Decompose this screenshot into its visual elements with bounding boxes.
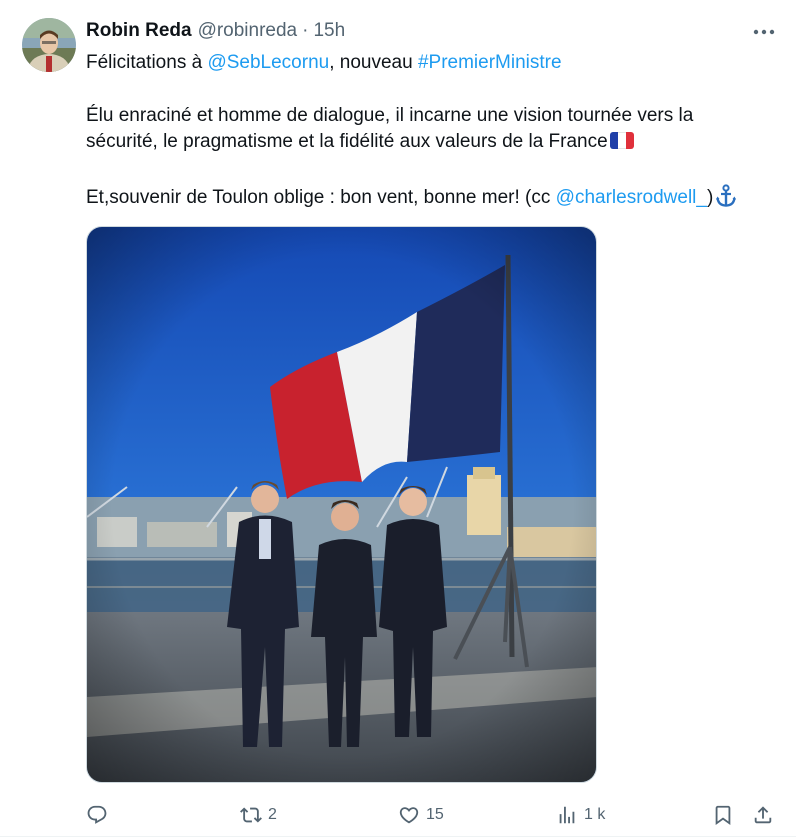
heart-icon xyxy=(399,807,419,824)
views-button[interactable]: 1 k xyxy=(556,800,605,830)
views-icon xyxy=(559,806,575,824)
retweet-button[interactable]: 2 xyxy=(240,800,277,830)
avatar[interactable] xyxy=(22,18,76,72)
user-handle[interactable]: @robinreda xyxy=(198,20,298,42)
tweet-actions-bar: 2 15 1 k xyxy=(0,800,796,830)
text-segment: , nouveau xyxy=(329,52,418,73)
text-segment: sécurité, le pragmatisme et la fidélité … xyxy=(86,131,608,152)
text-segment: Félicitations à xyxy=(86,52,208,73)
mention-link[interactable]: @charlesrodwell_ xyxy=(556,187,707,208)
share-button[interactable] xyxy=(752,800,774,830)
more-dots-icon xyxy=(753,29,775,35)
like-count: 15 xyxy=(426,806,444,823)
flag-france-emoji xyxy=(609,132,634,149)
views-count: 1 k xyxy=(584,806,606,823)
more-options-button[interactable] xyxy=(750,22,778,42)
anchor-emoji xyxy=(715,184,737,208)
tweet-card[interactable]: Robin Reda @robinreda · 15h Félicitation… xyxy=(0,0,796,837)
text-segment: ) xyxy=(706,187,714,208)
share-icon xyxy=(754,806,772,824)
tweet-text-line-3: sécurité, le pragmatisme et la fidélité … xyxy=(86,129,634,155)
tweet-header: Robin Reda @robinreda · 15h xyxy=(86,20,345,46)
separator-dot: · xyxy=(302,20,309,41)
reply-button[interactable] xyxy=(86,800,114,830)
tweet-text-line-2: Élu enraciné et homme de dialogue, il in… xyxy=(86,105,694,126)
hashtag-link[interactable]: #PremierMinistre xyxy=(418,52,562,73)
like-button[interactable]: 15 xyxy=(398,800,444,830)
tweet-photo[interactable] xyxy=(86,226,597,783)
timestamp[interactable]: 15h xyxy=(313,20,345,42)
display-name[interactable]: Robin Reda xyxy=(86,20,192,42)
reply-icon xyxy=(87,805,107,824)
bookmark-icon xyxy=(715,805,731,826)
photo-image xyxy=(87,227,596,782)
tweet-text-line-1: Félicitations à @SebLecornu, nouveau #Pr… xyxy=(86,50,562,76)
bookmark-button[interactable] xyxy=(712,800,734,830)
tweet-text-line-4: Et,souvenir de Toulon oblige : bon vent,… xyxy=(86,184,737,211)
text-segment: Et,souvenir de Toulon oblige : bon vent,… xyxy=(86,187,556,208)
retweet-icon xyxy=(240,807,262,823)
mention-link[interactable]: @SebLecornu xyxy=(207,52,329,73)
retweet-count: 2 xyxy=(268,806,277,823)
avatar-image xyxy=(22,18,76,72)
